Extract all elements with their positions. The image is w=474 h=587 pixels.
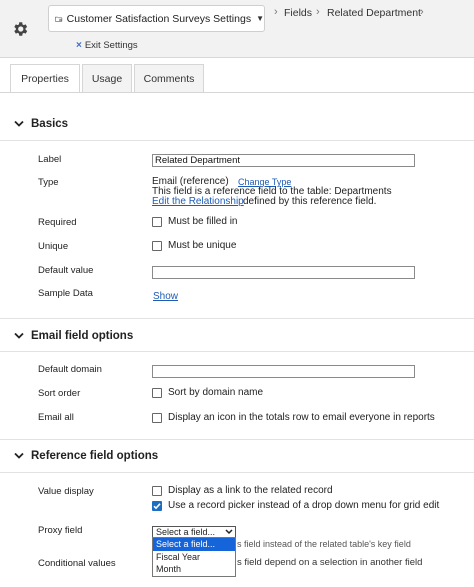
- email-all-text: Display an icon in the totals row to ema…: [168, 412, 435, 423]
- folder-settings-icon: [55, 16, 63, 22]
- chevron-down-icon: [225, 529, 233, 535]
- proxy-option-select[interactable]: Select a field...: [153, 538, 235, 551]
- gear-icon[interactable]: [11, 20, 29, 38]
- edit-relationship-link[interactable]: Edit the Relationship: [152, 196, 244, 207]
- section-divider: [0, 351, 474, 352]
- unique-checkbox-row[interactable]: Must be unique: [152, 240, 236, 251]
- default-domain-label: Default domain: [38, 364, 102, 375]
- section-divider: [0, 439, 474, 440]
- unique-text: Must be unique: [168, 240, 237, 251]
- basics-title: Basics: [31, 118, 69, 130]
- breadcrumb-separator-icon: ›: [274, 6, 278, 18]
- display-link-checkbox-row[interactable]: Display as a link to the related record: [152, 485, 333, 496]
- section-divider: [0, 318, 474, 319]
- email-all-checkbox-row[interactable]: Display an icon in the totals row to ema…: [152, 412, 435, 423]
- unique-checkbox[interactable]: [152, 240, 162, 251]
- required-checkbox-row[interactable]: Must be filled in: [152, 216, 237, 227]
- required-text: Must be filled in: [168, 216, 238, 227]
- caret-down-icon: ▼: [256, 14, 264, 23]
- sort-order-checkbox-row[interactable]: Sort by domain name: [152, 387, 263, 398]
- label-input[interactable]: Related Department: [152, 154, 415, 167]
- chevron-down-icon: [14, 120, 24, 127]
- exit-settings-link[interactable]: × Exit Settings: [76, 40, 138, 51]
- proxy-field-options: Select a field... Fiscal Year Month: [152, 537, 236, 577]
- breadcrumb-separator-icon: ›: [316, 6, 320, 18]
- record-picker-text: Use a record picker instead of a drop do…: [168, 500, 440, 511]
- reference-options-title: Reference field options: [31, 450, 159, 462]
- breadcrumb-separator-icon: ›: [420, 6, 424, 18]
- type-field-label: Type: [38, 177, 59, 188]
- tab-comments[interactable]: Comments: [134, 64, 204, 92]
- sort-order-text: Sort by domain name: [168, 387, 264, 398]
- exit-settings-label: Exit Settings: [84, 40, 138, 51]
- tab-divider: [0, 92, 474, 93]
- table-settings-dropdown[interactable]: Customer Satisfaction Surveys Settings ▼: [48, 5, 265, 32]
- tab-bar: Properties Usage Comments: [10, 64, 206, 93]
- conditional-help-text: s field depend on a selection in another…: [237, 557, 423, 568]
- sort-order-label: Sort order: [38, 388, 81, 399]
- value-display-label: Value display: [38, 486, 94, 497]
- conditional-values-label: Conditional values: [38, 558, 116, 569]
- chevron-down-icon: [14, 452, 24, 459]
- basics-section-toggle[interactable]: Basics: [14, 118, 68, 130]
- tab-usage[interactable]: Usage: [82, 64, 132, 92]
- proxy-field-label: Proxy field: [38, 525, 83, 536]
- email-options-section-toggle[interactable]: Email field options: [14, 330, 133, 342]
- breadcrumb-current: Related Department: [327, 7, 421, 19]
- section-divider: [0, 140, 474, 141]
- unique-field-label: Unique: [38, 241, 69, 252]
- email-all-checkbox[interactable]: [152, 412, 162, 423]
- checkmark-icon: [153, 502, 161, 509]
- proxy-option-fiscal-year[interactable]: Fiscal Year: [153, 551, 235, 564]
- reference-options-section-toggle[interactable]: Reference field options: [14, 450, 158, 462]
- sample-data-label: Sample Data: [38, 288, 93, 299]
- tab-properties[interactable]: Properties: [10, 64, 80, 93]
- breadcrumb-fields[interactable]: Fields: [284, 7, 312, 19]
- record-picker-checkbox-row[interactable]: Use a record picker instead of a drop do…: [152, 500, 439, 511]
- chevron-down-icon: [14, 332, 24, 339]
- email-all-label: Email all: [38, 412, 74, 423]
- default-value-input[interactable]: [152, 266, 415, 279]
- email-options-title: Email field options: [31, 330, 134, 342]
- settings-header: Customer Satisfaction Surveys Settings ▼…: [0, 0, 474, 58]
- edit-relationship-suffix: defined by this reference field.: [243, 196, 377, 207]
- proxy-option-month[interactable]: Month: [153, 563, 235, 576]
- proxy-selected-value: Select a field...: [156, 527, 216, 537]
- proxy-help-text: s field instead of the related table's k…: [237, 539, 411, 549]
- section-divider: [0, 472, 474, 473]
- show-sample-data-link[interactable]: Show: [153, 291, 178, 302]
- required-field-label: Required: [38, 217, 77, 228]
- settings-title: Customer Satisfaction Surveys Settings: [66, 12, 252, 25]
- display-link-checkbox[interactable]: [152, 485, 162, 496]
- display-link-text: Display as a link to the related record: [168, 485, 333, 496]
- label-field-label: Label: [38, 154, 62, 165]
- close-icon: ×: [76, 40, 82, 51]
- required-checkbox[interactable]: [152, 216, 162, 227]
- sort-by-domain-checkbox[interactable]: [152, 387, 162, 398]
- record-picker-checkbox[interactable]: [152, 500, 162, 511]
- default-value-label: Default value: [38, 265, 94, 276]
- default-domain-input[interactable]: [152, 365, 415, 378]
